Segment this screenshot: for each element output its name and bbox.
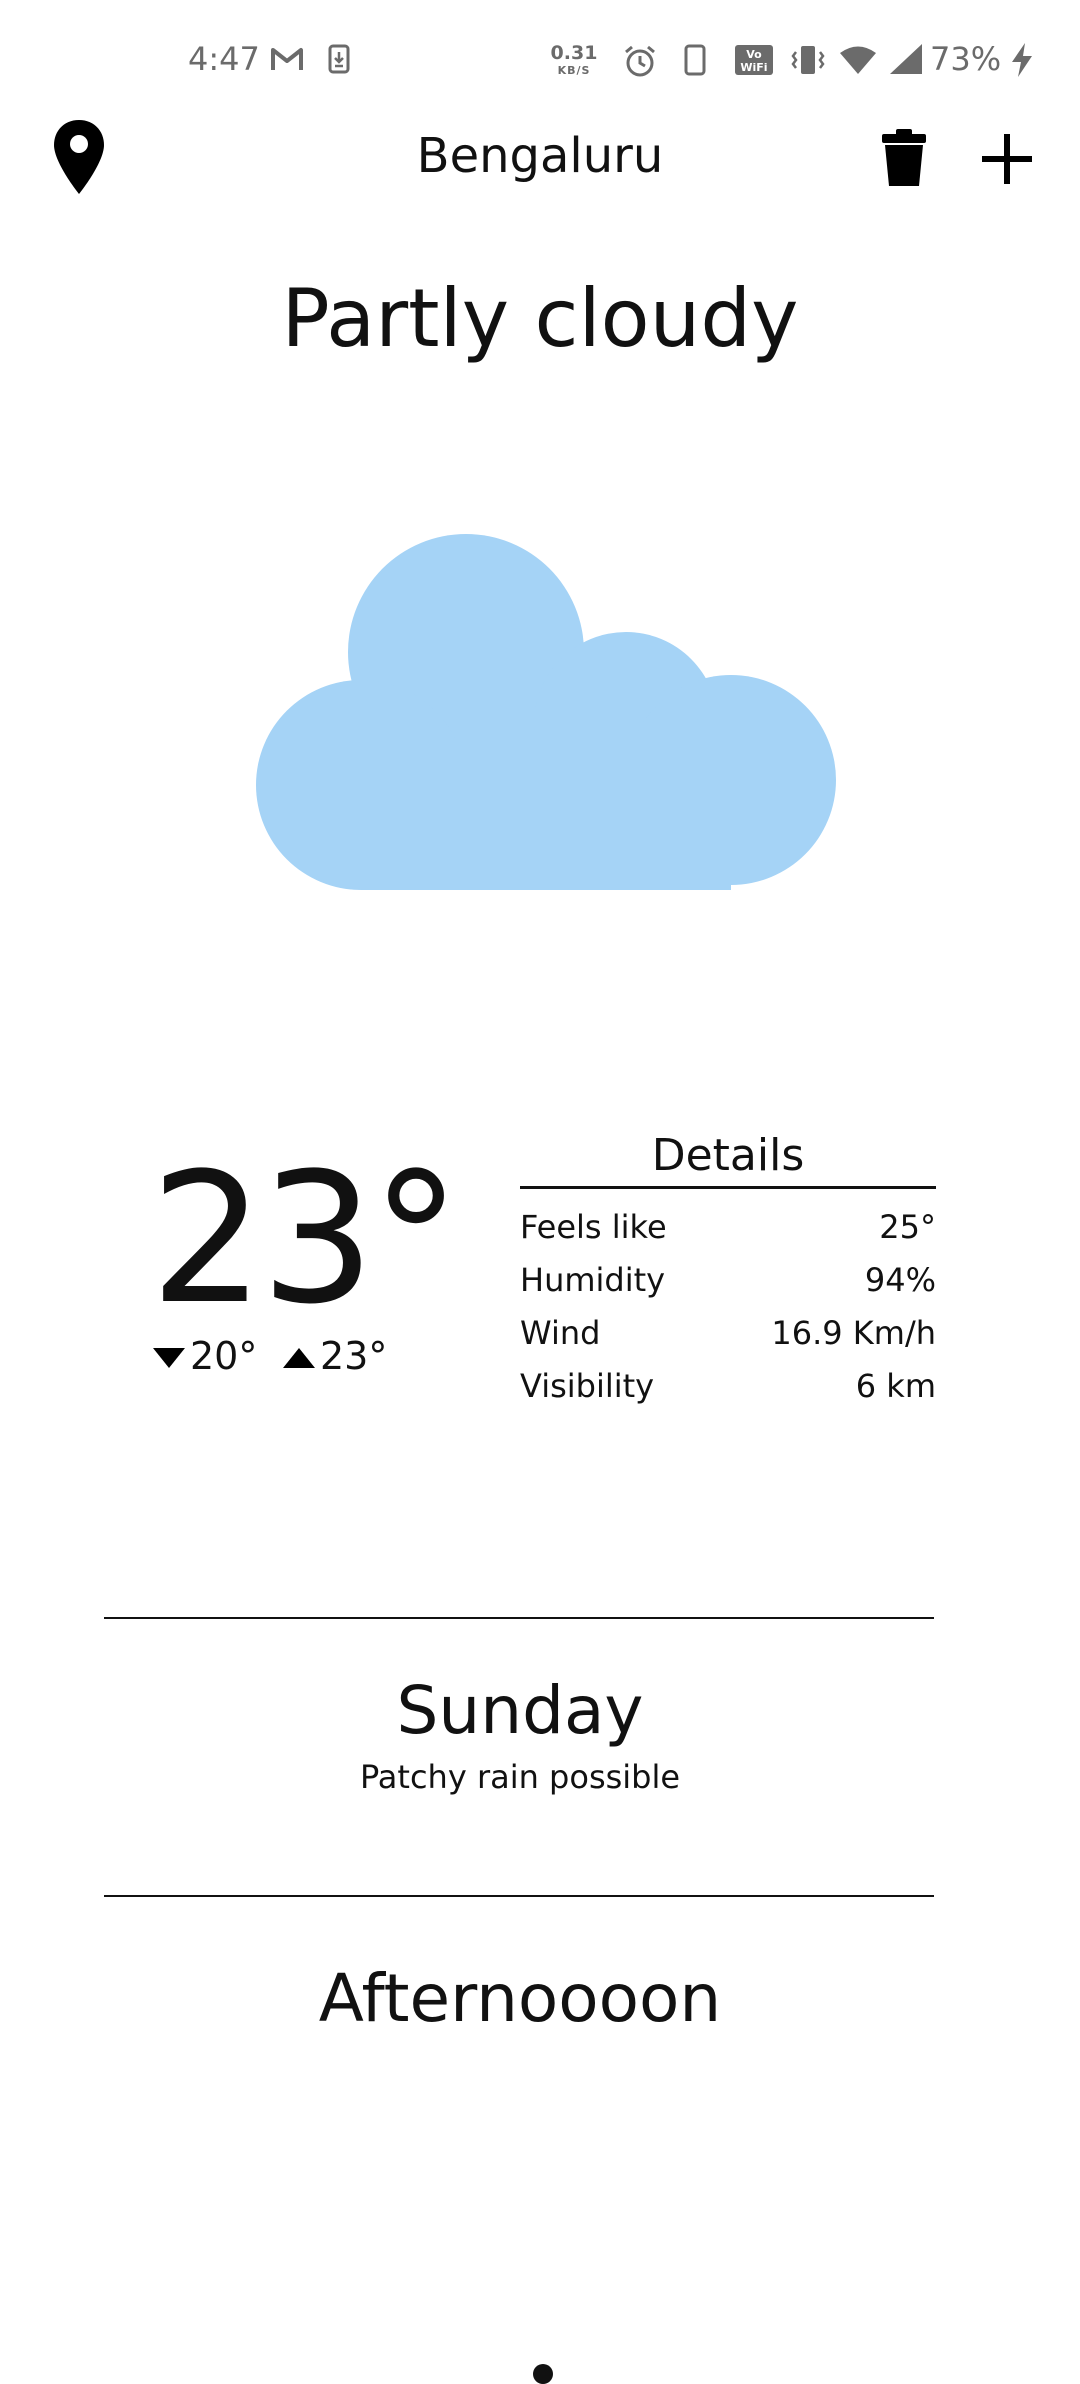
battery-percent: 73% <box>930 40 1002 78</box>
delete-location-button[interactable] <box>880 128 928 192</box>
detail-label: Visibility <box>520 1367 655 1405</box>
charging-icon <box>1010 42 1034 78</box>
details-title: Details <box>651 1130 805 1181</box>
max-temperature-value: 23° <box>320 1334 388 1378</box>
network-speed-unit: KB/S <box>557 64 591 77</box>
add-location-button[interactable] <box>980 132 1034 190</box>
alarm-icon <box>622 44 658 78</box>
forecast-period-title: Afternoooon <box>318 1960 722 2037</box>
wifi-icon <box>838 44 878 76</box>
detail-row-feels-like: Feels like 25° <box>520 1202 936 1252</box>
current-temperature: 23° <box>150 1135 461 1344</box>
forecast-day: Sunday <box>396 1672 644 1749</box>
svg-text:Vo: Vo <box>746 48 762 61</box>
section-divider <box>104 1617 934 1619</box>
triangle-up-icon <box>282 1334 316 1378</box>
network-speed-value: 0.31 <box>550 42 598 64</box>
min-temperature: 20° <box>152 1334 257 1378</box>
page-indicator-dot[interactable] <box>533 2364 553 2384</box>
location-button[interactable] <box>52 118 106 200</box>
detail-row-visibility: Visibility 6 km <box>520 1361 936 1411</box>
cloud-icon <box>256 528 836 894</box>
signal-icon <box>888 42 924 76</box>
triangle-down-icon <box>152 1334 186 1378</box>
gmail-icon <box>270 46 304 72</box>
min-temperature-value: 20° <box>190 1334 258 1378</box>
detail-value: 94% <box>864 1261 936 1299</box>
detail-label: Feels like <box>520 1208 667 1246</box>
status-time: 4:47 <box>188 40 260 78</box>
detail-value: 16.9 Km/h <box>771 1314 936 1352</box>
detail-value: 6 km <box>855 1367 936 1405</box>
phone-icon <box>684 44 706 76</box>
network-speed: 0.31 KB/S <box>548 42 600 77</box>
detail-row-wind: Wind 16.9 Km/h <box>520 1308 936 1358</box>
vowifi-icon: Vo WiFi <box>734 44 774 76</box>
trash-icon <box>880 129 928 192</box>
plus-icon <box>980 134 1034 190</box>
details-divider <box>520 1186 936 1189</box>
section-divider <box>104 1895 934 1897</box>
vibrate-icon <box>790 44 826 76</box>
detail-label: Wind <box>520 1314 601 1352</box>
detail-row-humidity: Humidity 94% <box>520 1255 936 1305</box>
city-title: Bengaluru <box>416 128 664 184</box>
detail-label: Humidity <box>520 1261 666 1299</box>
weather-condition: Partly cloudy <box>281 272 799 365</box>
detail-value: 25° <box>879 1208 936 1246</box>
svg-text:WiFi: WiFi <box>740 61 767 74</box>
status-bar: 4:47 0.31 KB/S Vo WiFi 73% <box>0 0 1080 120</box>
download-icon <box>328 44 350 74</box>
location-pin-icon <box>52 120 106 200</box>
max-temperature: 23° <box>282 1334 387 1378</box>
forecast-day-condition: Patchy rain possible <box>359 1758 681 1796</box>
